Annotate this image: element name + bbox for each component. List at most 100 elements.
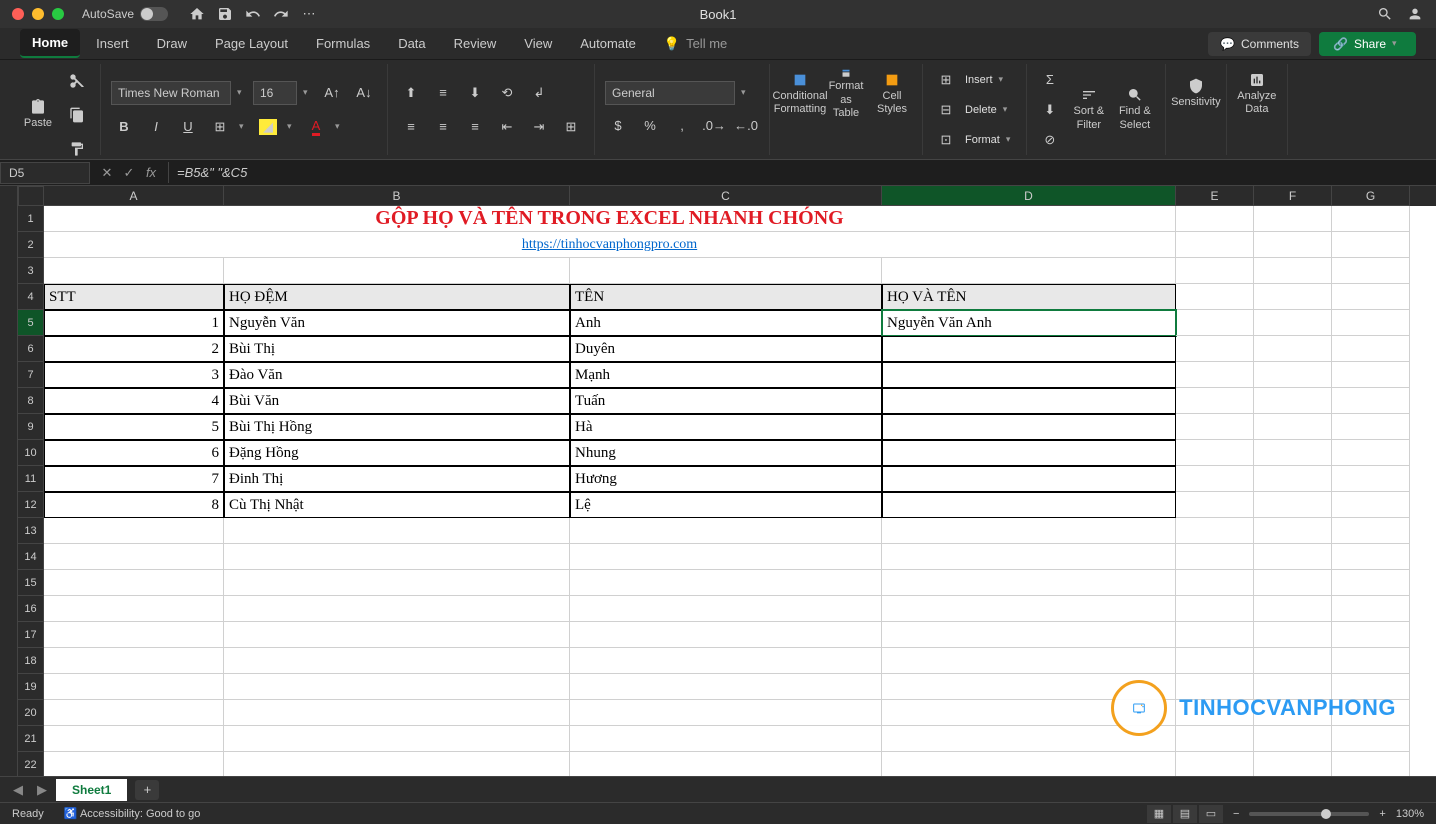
cell[interactable] [1254, 752, 1332, 776]
format-cells-button[interactable]: ⊡ [933, 127, 959, 153]
toggle-switch[interactable] [140, 7, 168, 21]
page-break-view-button[interactable]: ▭ [1199, 805, 1223, 823]
prev-sheet-button[interactable]: ◀ [8, 782, 28, 798]
row-header-10[interactable]: 10 [18, 440, 44, 466]
cell[interactable] [882, 518, 1176, 544]
maximize-window[interactable] [52, 8, 64, 20]
row-header-22[interactable]: 22 [18, 752, 44, 776]
column-header-F[interactable]: F [1254, 186, 1332, 206]
row-header-12[interactable]: 12 [18, 492, 44, 518]
increase-font-button[interactable]: A↑ [319, 80, 345, 106]
cell[interactable] [224, 570, 570, 596]
font-color-button[interactable]: A [303, 114, 329, 140]
enter-formula-icon[interactable]: ✓ [120, 165, 138, 181]
cell[interactable] [1332, 258, 1410, 284]
tell-me[interactable]: 💡 Tell me [664, 36, 727, 52]
cell[interactable] [882, 752, 1176, 776]
cell[interactable] [224, 622, 570, 648]
row-header-14[interactable]: 14 [18, 544, 44, 570]
cell-stt[interactable]: 1 [44, 310, 224, 336]
cell[interactable] [1254, 492, 1332, 518]
cell[interactable] [1176, 570, 1254, 596]
cell[interactable] [570, 700, 882, 726]
cell[interactable] [1332, 752, 1410, 776]
cell[interactable] [882, 570, 1176, 596]
cell[interactable] [1176, 596, 1254, 622]
cell[interactable] [1176, 336, 1254, 362]
cell[interactable] [1176, 206, 1254, 232]
bold-button[interactable]: B [111, 114, 137, 140]
cell-ho-va-ten[interactable]: Nguyễn Văn Anh [882, 310, 1176, 336]
row-header-8[interactable]: 8 [18, 388, 44, 414]
underline-button[interactable]: U [175, 114, 201, 140]
cell[interactable] [1332, 596, 1410, 622]
row-header-9[interactable]: 9 [18, 414, 44, 440]
cell-styles-button[interactable]: Cell Styles [872, 68, 912, 120]
format-as-table-button[interactable]: Format as Table [826, 68, 866, 120]
row-header-3[interactable]: 3 [18, 258, 44, 284]
cell[interactable] [1332, 570, 1410, 596]
cell[interactable] [1332, 544, 1410, 570]
tab-automate[interactable]: Automate [568, 30, 648, 57]
cell[interactable] [1176, 388, 1254, 414]
cell[interactable] [1176, 232, 1254, 258]
fill-color-button[interactable]: ◢ [255, 114, 281, 140]
cell[interactable] [224, 544, 570, 570]
format-painter-button[interactable] [64, 136, 90, 162]
align-center-button[interactable]: ≡ [430, 114, 456, 140]
row-header-6[interactable]: 6 [18, 336, 44, 362]
tab-draw[interactable]: Draw [145, 30, 199, 57]
tab-view[interactable]: View [512, 30, 564, 57]
normal-view-button[interactable]: ▦ [1147, 805, 1171, 823]
cell[interactable] [1254, 414, 1332, 440]
paste-button[interactable]: Paste [18, 89, 58, 141]
cell-stt[interactable]: 4 [44, 388, 224, 414]
title-cell[interactable]: GỘP HỌ VÀ TÊN TRONG EXCEL NHANH CHÓNG [44, 206, 1176, 232]
merge-button[interactable]: ⊞ [558, 114, 584, 140]
cell[interactable] [44, 674, 224, 700]
analyze-data-button[interactable]: Analyze Data [1237, 68, 1277, 120]
cell[interactable] [1176, 414, 1254, 440]
cell[interactable] [570, 622, 882, 648]
row-header-20[interactable]: 20 [18, 700, 44, 726]
cell[interactable] [224, 674, 570, 700]
select-all-corner[interactable] [18, 186, 44, 206]
align-middle-button[interactable]: ≡ [430, 80, 456, 106]
cell[interactable] [1254, 570, 1332, 596]
italic-button[interactable]: I [143, 114, 169, 140]
cell-ho-dem[interactable]: Bùi Thị Hồng [224, 414, 570, 440]
cell[interactable] [1254, 622, 1332, 648]
cell[interactable] [570, 596, 882, 622]
cell[interactable] [1176, 258, 1254, 284]
cell-ho-dem[interactable]: Đào Văn [224, 362, 570, 388]
row-header-15[interactable]: 15 [18, 570, 44, 596]
cell[interactable] [570, 674, 882, 700]
cell[interactable] [1176, 466, 1254, 492]
cell[interactable] [1176, 622, 1254, 648]
page-layout-view-button[interactable]: ▤ [1173, 805, 1197, 823]
cell[interactable] [882, 258, 1176, 284]
row-header-18[interactable]: 18 [18, 648, 44, 674]
zoom-slider[interactable] [1249, 812, 1369, 816]
name-box[interactable] [0, 162, 90, 184]
share-button[interactable]: 🔗 Share ▾ [1319, 32, 1416, 56]
cell-ho-va-ten[interactable] [882, 388, 1176, 414]
cell[interactable] [1254, 232, 1332, 258]
align-top-button[interactable]: ⬆ [398, 80, 424, 106]
cell-ho-dem[interactable]: Đinh Thị [224, 466, 570, 492]
header-ho-dem[interactable]: HỌ ĐỆM [224, 284, 570, 310]
cell[interactable] [1176, 440, 1254, 466]
row-header-5[interactable]: 5 [18, 310, 44, 336]
cell[interactable] [1254, 310, 1332, 336]
home-icon[interactable] [188, 5, 206, 23]
column-header-E[interactable]: E [1176, 186, 1254, 206]
cell[interactable] [44, 726, 224, 752]
row-header-21[interactable]: 21 [18, 726, 44, 752]
next-sheet-button[interactable]: ▶ [32, 782, 52, 798]
cell-stt[interactable]: 8 [44, 492, 224, 518]
cell[interactable] [1254, 544, 1332, 570]
cell-ho-va-ten[interactable] [882, 362, 1176, 388]
cell-ho-dem[interactable]: Nguyễn Văn [224, 310, 570, 336]
tab-home[interactable]: Home [20, 29, 80, 58]
cell[interactable] [882, 544, 1176, 570]
